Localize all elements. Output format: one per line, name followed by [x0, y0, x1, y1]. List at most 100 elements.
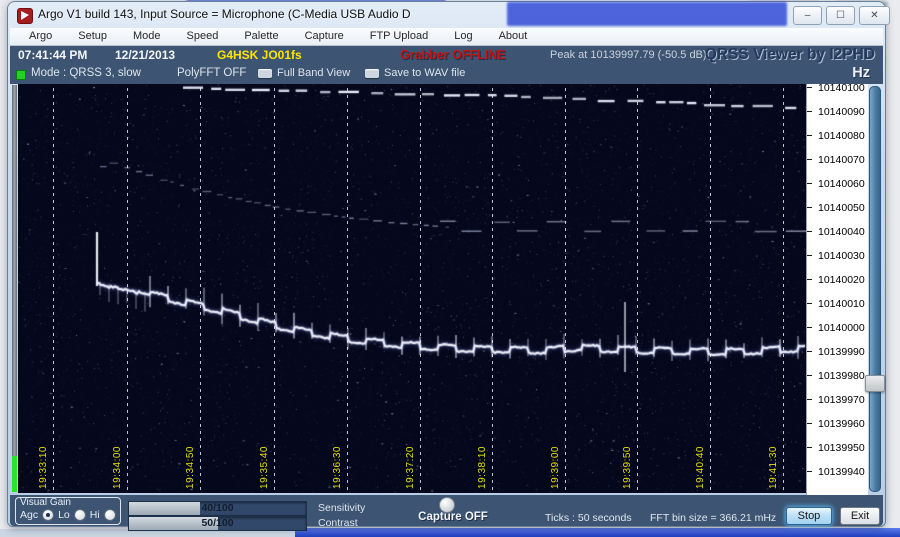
maximize-button[interactable]: ☐	[826, 6, 855, 25]
taskbar-strip	[295, 528, 900, 537]
waterfall-display	[18, 84, 806, 493]
peak-readout: Peak at 10139997.79 (-50.5 dB)	[550, 49, 707, 61]
grabber-status: Grabber OFFLINE	[400, 48, 506, 62]
freq-label: 10140030	[818, 250, 865, 262]
time-gridline	[200, 88, 201, 490]
info-bar: 07:41:44 PM 12/21/2013 G4HSK JO01fs Grab…	[10, 46, 883, 64]
freq-tick	[807, 183, 812, 184]
time-label: 19:36:30	[332, 446, 343, 489]
time-label: 19:40:40	[695, 446, 706, 489]
time-gridline	[347, 88, 348, 490]
window-title: Argo V1 build 143, Input Source = Microp…	[38, 7, 411, 21]
gain-option-agc-radio[interactable]	[42, 509, 54, 521]
gain-option-agc-label: Agc	[20, 509, 38, 521]
freq-tick	[807, 87, 812, 88]
freq-label: 10140040	[818, 226, 865, 238]
time-gridline	[420, 88, 421, 490]
freq-tick	[807, 351, 812, 352]
time-label: 19:39:50	[622, 446, 633, 489]
frequency-scrollbar-track[interactable]	[869, 86, 881, 492]
freq-label: 10139970	[818, 394, 865, 406]
time-label: 19:33:10	[38, 446, 49, 489]
freq-tick	[807, 207, 812, 208]
gain-option-lo-radio[interactable]	[74, 509, 86, 521]
minimize-button[interactable]: –	[793, 6, 822, 25]
sensitivity-value: 40/100	[129, 502, 306, 514]
freq-label: 10140050	[818, 202, 865, 214]
save-wav-checkbox[interactable]	[365, 69, 379, 78]
freq-tick	[807, 471, 812, 472]
freq-label: 10140000	[818, 322, 865, 334]
gain-option-hi-radio[interactable]	[104, 509, 116, 521]
mode-bar: Mode : QRSS 3, slow PolyFFT OFF Full Ban…	[10, 64, 883, 84]
exit-button[interactable]: Exit	[840, 507, 880, 525]
freq-label: 10140100	[818, 82, 865, 94]
time-label: 19:39:00	[550, 446, 561, 489]
menu-item-log[interactable]: Log	[441, 29, 485, 44]
freq-tick	[807, 447, 812, 448]
freq-tick	[807, 303, 812, 304]
input-level-meter-fill	[12, 456, 17, 492]
menu-item-palette[interactable]: Palette	[231, 29, 291, 44]
freq-label: 10140070	[818, 154, 865, 166]
argo-app-icon	[17, 8, 33, 24]
freq-label: 10140060	[818, 178, 865, 190]
contrast-slider[interactable]: 50/100	[128, 516, 307, 531]
menu-item-about[interactable]: About	[486, 29, 541, 44]
frequency-scale: 1014010010140090101400801014007010140060…	[806, 84, 868, 495]
time-label: 19:34:00	[112, 446, 123, 489]
polyfft-readout[interactable]: PolyFFT OFF	[177, 67, 246, 79]
time-gridline	[274, 88, 275, 490]
clock-readout: 07:41:44 PM	[18, 48, 87, 62]
stop-button[interactable]: Stop	[786, 507, 832, 525]
app-title: QRSS Viewer by I2PHD	[705, 46, 875, 64]
time-label: 19:35:40	[259, 446, 270, 489]
mode-readout: Mode : QRSS 3, slow	[31, 67, 141, 79]
freq-tick	[807, 231, 812, 232]
freq-tick	[807, 399, 812, 400]
full-band-view-label: Full Band View	[277, 67, 350, 79]
bottom-bar: Visual Gain Agc Lo Hi 40/100 50/100 Sens…	[10, 495, 883, 526]
ticks-readout: Ticks : 50 seconds	[545, 512, 632, 524]
visual-gain-radios: Agc Lo Hi	[20, 509, 116, 521]
contrast-label: Contrast	[318, 517, 358, 529]
sensitivity-slider[interactable]: 40/100	[128, 501, 307, 516]
freq-tick	[807, 375, 812, 376]
save-wav-label: Save to WAV file	[384, 67, 465, 79]
time-label: 19:34:50	[185, 446, 196, 489]
freq-label: 10139940	[818, 466, 865, 478]
window-controls: – ☐ ✕	[793, 6, 890, 25]
freq-tick	[807, 159, 812, 160]
date-readout: 12/21/2013	[115, 48, 175, 62]
visual-gain-group: Visual Gain Agc Lo Hi	[15, 497, 121, 525]
time-label: 19:41:30	[768, 446, 779, 489]
menu-item-ftp-upload[interactable]: FTP Upload	[357, 29, 442, 44]
freq-label: 10139960	[818, 418, 865, 430]
menu-item-setup[interactable]: Setup	[65, 29, 120, 44]
freq-tick	[807, 423, 812, 424]
freq-label: 10140020	[818, 274, 865, 286]
menu-item-speed[interactable]: Speed	[174, 29, 232, 44]
frequency-scrollbar-thumb[interactable]	[865, 375, 885, 392]
menu-item-mode[interactable]: Mode	[120, 29, 174, 44]
full-band-view-checkbox[interactable]	[258, 69, 272, 78]
capture-label: Capture OFF	[412, 511, 494, 523]
waterfall-area: 1014010010140090101400801014007010140060…	[10, 84, 883, 495]
time-gridline	[565, 88, 566, 490]
screen: Argo V1 build 143, Input Source = Microp…	[0, 0, 900, 537]
contrast-value: 50/100	[129, 517, 306, 529]
menu-item-argo[interactable]: Argo	[16, 29, 65, 44]
freq-tick	[807, 279, 812, 280]
time-gridline	[127, 88, 128, 490]
visual-gain-title: Visual Gain	[20, 497, 71, 508]
close-button[interactable]: ✕	[859, 6, 890, 25]
background-window-glow	[507, 2, 787, 26]
freq-label: 10140010	[818, 298, 865, 310]
gain-option-lo-label: Lo	[58, 509, 70, 521]
time-gridline	[492, 88, 493, 490]
time-gridline	[710, 88, 711, 490]
time-gridline	[637, 88, 638, 490]
freq-tick	[807, 327, 812, 328]
status-led	[16, 70, 26, 80]
menu-item-capture[interactable]: Capture	[292, 29, 357, 44]
